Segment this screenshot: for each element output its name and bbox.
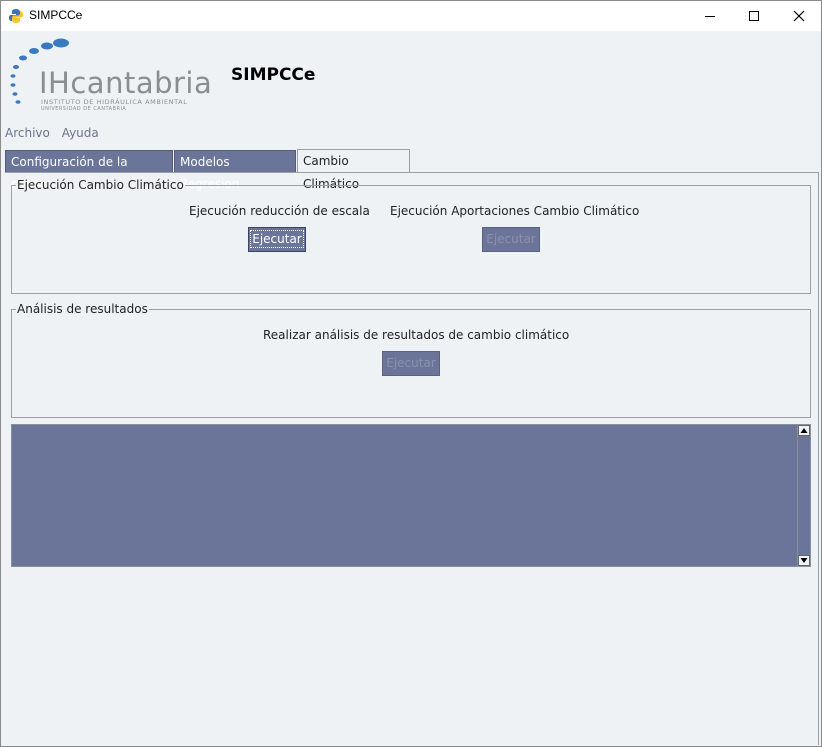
menu-bar: Archivo Ayuda <box>5 126 107 142</box>
logo-subtitle-2: UNIVERSIDAD DE CANTABRIA <box>41 106 127 112</box>
app-name: SIMPCCe <box>231 65 316 85</box>
tab-configuracion-cuenca[interactable]: Configuración de la cuenca <box>5 150 173 191</box>
tab-cambio-climatico[interactable]: Cambio Climático <box>297 149 410 191</box>
analysis-execute-label: Ejecutar <box>386 356 436 370</box>
close-icon <box>793 10 805 22</box>
arrow-up-icon <box>800 428 808 433</box>
maximize-button[interactable] <box>731 1 777 31</box>
window-title: SIMPCCe <box>29 8 83 22</box>
downscaling-execute-button[interactable]: Ejecutar <box>248 227 306 252</box>
maximize-icon <box>749 11 759 21</box>
analysis-label: Realizar análisis de resultados de cambi… <box>263 328 570 342</box>
climate-execution-legend: Ejecución Cambio Climático <box>17 178 184 192</box>
app-window: SIMPCCe IHcantabria INSTITUTO DE HIDRÁUL… <box>0 0 822 747</box>
menu-ayuda[interactable]: Ayuda <box>62 126 99 140</box>
close-button[interactable] <box>776 1 821 31</box>
minimize-button[interactable] <box>687 1 733 31</box>
scroll-up-button[interactable] <box>798 425 810 436</box>
title-bar[interactable]: SIMPCCe <box>1 1 821 31</box>
contributions-label: Ejecución Aportaciones Cambio Climático <box>390 204 640 218</box>
climate-execution-group: Ejecución Cambio Climático <box>11 178 811 294</box>
minimize-icon <box>705 16 715 17</box>
header: IHcantabria INSTITUTO DE HIDRÁULICA AMBI… <box>1 31 821 123</box>
scroll-down-button[interactable] <box>798 555 810 566</box>
downscaling-label: Ejecución reducción de escala <box>189 204 370 218</box>
python-app-icon <box>9 9 23 23</box>
arrow-down-icon <box>800 558 808 563</box>
logo-text: IHcantabria <box>39 66 213 100</box>
tab-modelos-regresion[interactable]: Modelos Regresion <box>174 150 296 191</box>
contributions-execute-label: Ejecutar <box>486 232 536 246</box>
contributions-execute-button[interactable]: Ejecutar <box>482 227 540 252</box>
logo-subtitle-1: INSTITUTO DE HIDRÁULICA AMBIENTAL <box>41 98 188 106</box>
analysis-legend: Análisis de resultados <box>17 302 148 316</box>
analysis-execute-button[interactable]: Ejecutar <box>382 351 440 376</box>
logo-wordmark: IHcantabria <box>39 67 212 99</box>
downscaling-execute-label: Ejecutar <box>250 230 304 248</box>
log-scrollbar[interactable] <box>797 425 810 566</box>
scroll-track[interactable] <box>798 436 810 555</box>
menu-archivo[interactable]: Archivo <box>5 126 50 140</box>
log-text-area[interactable] <box>11 424 811 567</box>
